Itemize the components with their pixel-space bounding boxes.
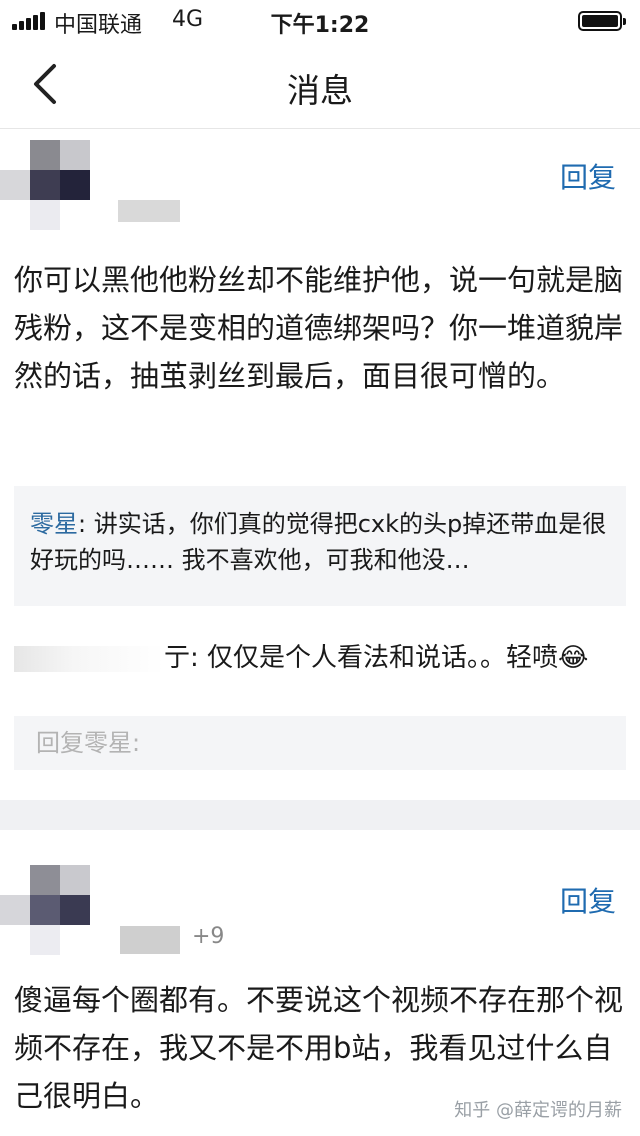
page-title: 消息 [287,71,353,110]
status-bar: 中国联通 4G 下午1:22 [0,0,640,40]
quote-text: : 讲实话，你们真的觉得把cxk的头p掉还带血是很好玩的吗…… 我不喜欢他，可我… [30,510,607,574]
section-divider [0,800,640,830]
username-blur[interactable] [120,926,180,954]
sub-reply-author-blur[interactable] [14,645,164,672]
quote-author[interactable]: 零星 [30,510,78,538]
comment-content: 你可以黑他他粉丝却不能维护他，说一句就是脑残粉，这不是变相的道德绑架吗？你一堆道… [14,263,624,393]
reply-input[interactable]: 回复零星: [14,716,626,770]
sub-reply: 亍: 仅仅是个人看法和说话。。轻喷😂 [14,638,626,678]
clock: 下午1:22 [270,13,370,38]
quoted-comment[interactable]: 零星: 讲实话，你们真的觉得把cxk的头p掉还带血是很好玩的吗…… 我不喜欢他，… [14,486,626,606]
nav-bar: 消息 [0,40,640,129]
meta-count: +9 [192,924,225,949]
reply-button[interactable]: 回复 [560,156,616,196]
sub-reply-text: 亍: 仅仅是个人看法和说话。。轻喷😂 [164,643,589,673]
username-blur[interactable] [118,200,180,222]
avatar[interactable] [0,865,92,957]
reply-button[interactable]: 回复 [560,880,616,920]
avatar[interactable] [0,140,92,232]
watermark: 知乎 @薛定谔的月薪 [454,1100,622,1121]
battery-icon [578,11,626,31]
